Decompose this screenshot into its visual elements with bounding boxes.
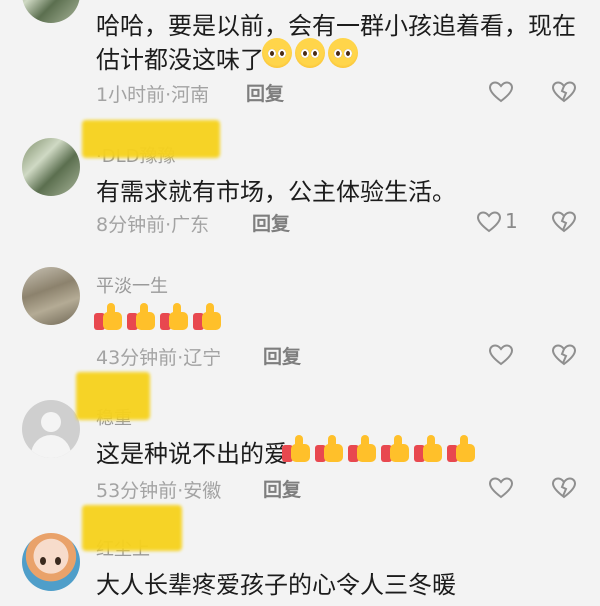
comment-meta: 43分钟前·辽宁 [96,343,221,370]
reply-button[interactable]: 回复 [263,475,301,502]
comment-location: 广东 [171,214,210,236]
comment-item: 哈哈，要是以前，会有一群小孩追着看，现在 估计都没这味了 1小时前·河南 回复 [0,0,600,120]
censor-highlight [82,505,182,551]
comment-text: 有需求就有市场，公主体验生活。 [96,178,456,206]
heart-outline-icon[interactable] [488,343,514,367]
broken-heart-icon[interactable] [551,210,577,234]
crying-face-emoji-icon [328,38,358,68]
thumbs-up-emoji-icon [414,434,444,464]
thumbs-up-emoji-icon [94,302,124,332]
comment-text-line2: 估计都没这味了 [96,46,264,74]
comment-meta: 1小时前·河南 [96,80,209,107]
thumbs-up-emoji-icon [447,434,477,464]
reply-button[interactable]: 回复 [252,209,290,236]
avatar[interactable] [22,267,80,325]
avatar[interactable] [22,0,80,23]
broken-heart-icon[interactable] [551,343,577,367]
comment-location: 河南 [171,84,210,106]
emoji-group [282,434,477,464]
avatar[interactable] [22,533,80,591]
censor-highlight [76,372,150,420]
comment-meta: 8分钟前·广东 [96,210,209,237]
thumbs-up-emoji-icon [381,434,411,464]
comment-item: 红尘上 大人长辈疼爱孩子的心令人三冬暖 [0,505,600,606]
avatar[interactable] [22,400,80,458]
heart-outline-icon[interactable] [488,476,514,500]
reply-button[interactable]: 回复 [246,79,284,106]
comment-text: 哈哈，要是以前，会有一群小孩追着看，现在 [96,12,576,40]
comment-text: 这是种说不出的爱 [96,440,288,468]
broken-heart-icon[interactable] [551,476,577,500]
comment-text: 大人长辈疼爱孩子的心令人三冬暖 [96,571,456,599]
comment-time: 8分钟前 [96,214,166,236]
broken-heart-icon[interactable] [551,80,577,104]
heart-outline-icon[interactable] [488,80,514,104]
thumbs-up-emoji-icon [160,302,190,332]
thumbs-up-emoji-icon [348,434,378,464]
emoji-group [262,38,358,68]
crying-face-emoji-icon [295,38,325,68]
like-count: 1 [505,209,518,233]
comment-time: 53分钟前 [96,480,178,502]
comment-item: ·DLD豫豫 有需求就有市场，公主体验生活。 8分钟前·广东 回复 1 [0,120,600,250]
thumbs-up-emoji-icon [315,434,345,464]
comment-location: 辽宁 [183,347,222,369]
heart-outline-icon[interactable] [476,210,502,234]
comment-item: 平淡一生 43分钟前·辽宁 回复 [0,250,600,370]
comment-time: 1小时前 [96,84,166,106]
thumbs-up-emoji-icon [282,434,312,464]
avatar[interactable] [22,138,80,196]
comment-username[interactable]: 平淡一生 [96,272,168,298]
comment-location: 安徽 [183,480,222,502]
reply-button[interactable]: 回复 [263,342,301,369]
censor-highlight [82,120,220,158]
comment-time: 43分钟前 [96,347,178,369]
crying-face-emoji-icon [262,38,292,68]
thumbs-up-emoji-icon [127,302,157,332]
thumbs-up-emoji-icon [193,302,223,332]
comment-item: 稳重 这是种说不出的爱 53分钟前·安徽 回复 [0,370,600,505]
emoji-group [94,302,223,332]
comment-meta: 53分钟前·安徽 [96,476,221,503]
